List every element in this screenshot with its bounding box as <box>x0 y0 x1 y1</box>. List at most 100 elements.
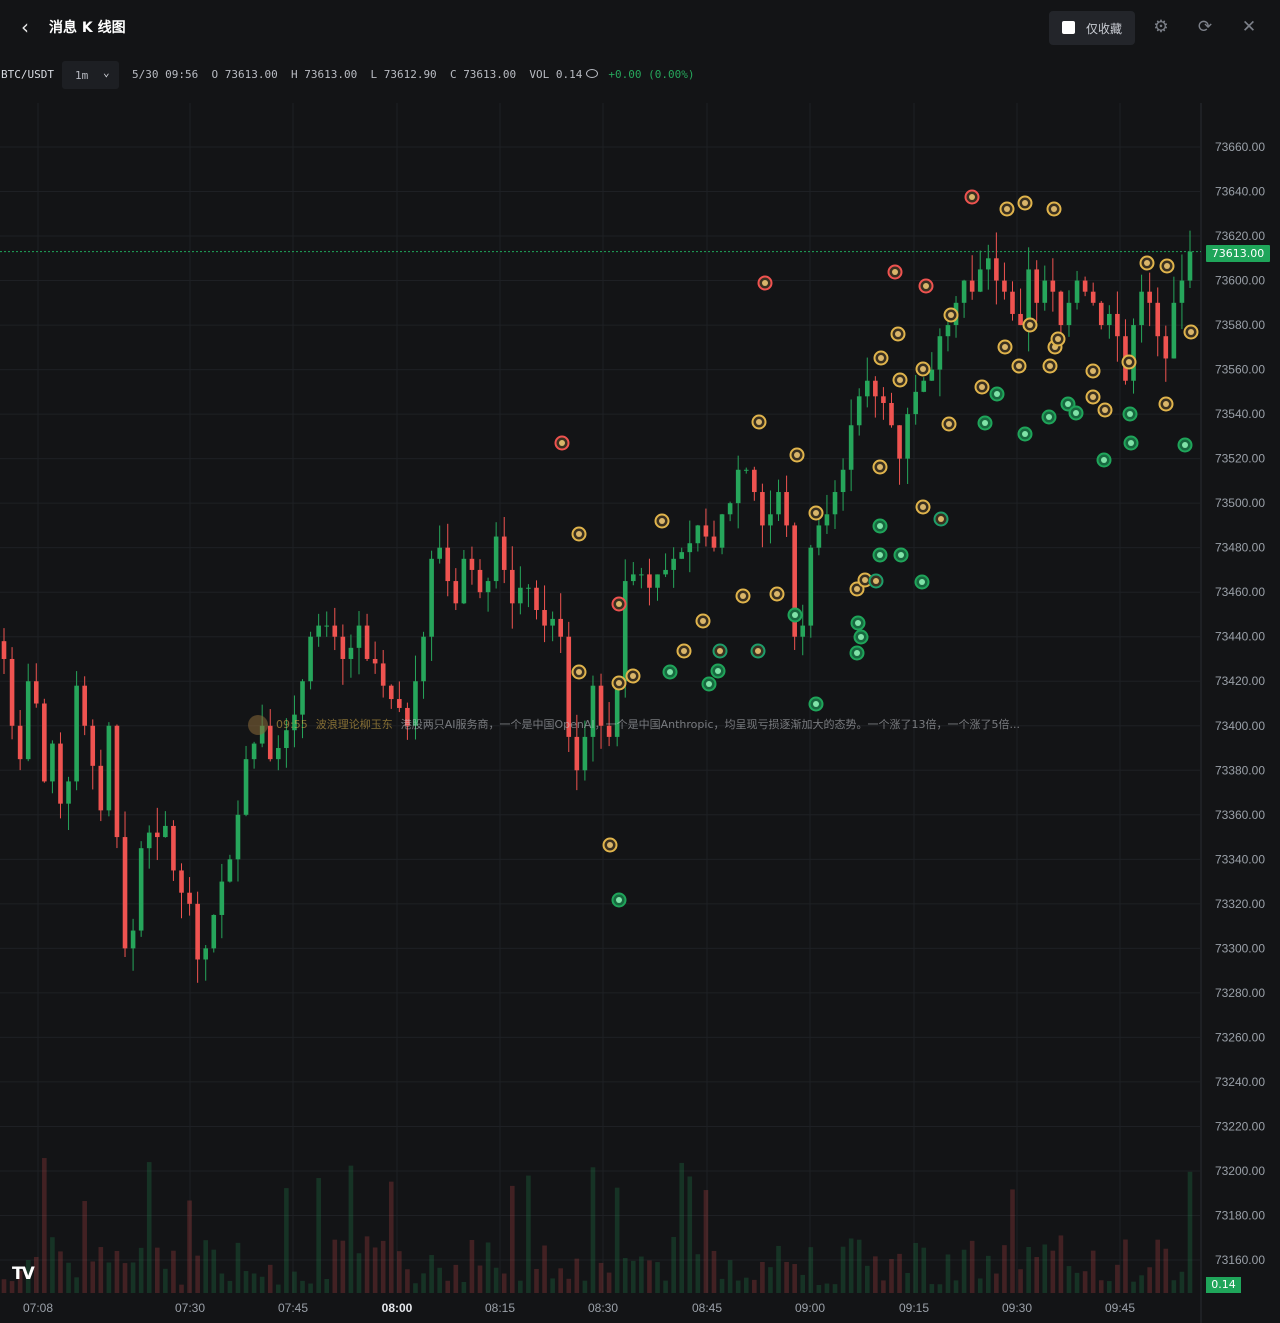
last-price-tag: 73613.00 <box>1206 245 1270 262</box>
refresh-icon[interactable]: ⟳ <box>1194 16 1216 38</box>
interval-select[interactable]: 1m ⌄ <box>62 61 119 89</box>
volume-bar <box>485 1242 491 1293</box>
candle-body <box>397 699 402 708</box>
candle-body <box>437 547 442 559</box>
back-arrow-icon[interactable]: ‹ <box>14 14 36 40</box>
volume-bar <box>219 1273 225 1293</box>
candle-body <box>832 492 838 515</box>
candle-body <box>800 625 806 637</box>
volume-bar <box>1042 1244 1048 1293</box>
candle-body <box>1010 291 1015 314</box>
news-marker-dot <box>717 648 723 654</box>
volume-bar <box>397 1251 402 1293</box>
news-marker-dot <box>1027 322 1033 328</box>
news-marker-dot <box>1022 200 1028 206</box>
news-marker-dot <box>681 648 687 654</box>
y-tick-label: 73240.00 <box>1215 1075 1265 1089</box>
candle-body <box>187 892 192 904</box>
candle-body <box>1187 251 1193 281</box>
candle-body <box>760 492 765 526</box>
x-tick-label: 08:00 <box>382 1301 413 1315</box>
volume-bar <box>808 1247 814 1293</box>
favorites-only-toggle[interactable]: 仅收藏 <box>1049 11 1135 45</box>
volume-bar <box>243 1271 249 1293</box>
candle-body <box>106 725 112 811</box>
news-marker-dot <box>982 420 988 426</box>
candle-body <box>364 625 370 659</box>
x-tick-label: 07:30 <box>175 1301 205 1315</box>
candle-body <box>98 765 104 811</box>
volume-bar <box>598 1262 604 1293</box>
candle-body <box>1155 302 1161 337</box>
volume-bar <box>1098 1280 1104 1293</box>
news-marker-dot <box>854 650 860 656</box>
y-tick-label: 73620.00 <box>1215 229 1265 243</box>
candle-body <box>9 658 15 726</box>
news-marker-dot <box>792 612 798 618</box>
candle-body <box>937 336 943 370</box>
volume-bar <box>106 1262 112 1293</box>
candle-body <box>574 736 580 771</box>
candle-body <box>74 685 79 782</box>
y-tick-label: 73340.00 <box>1215 852 1265 866</box>
news-marker-dot <box>895 331 901 337</box>
volume-bar <box>1074 1272 1080 1293</box>
volume-bar <box>90 1261 96 1293</box>
candle-body <box>195 903 200 960</box>
close-icon[interactable]: ✕ <box>1238 16 1260 38</box>
news-marker-dot <box>877 523 883 529</box>
candle-body <box>66 781 71 804</box>
candle-body <box>1179 280 1185 303</box>
volume-bar <box>211 1249 217 1293</box>
volume-bar <box>526 1175 531 1293</box>
news-marker-dot <box>1047 363 1053 369</box>
volume-bar <box>1123 1239 1128 1293</box>
candle-body <box>776 492 781 515</box>
volume-bar <box>203 1240 209 1293</box>
candle-body <box>501 536 507 570</box>
candle-body <box>913 391 918 415</box>
news-marker-dot <box>946 421 952 427</box>
y-tick-label: 73640.00 <box>1215 185 1265 199</box>
news-marker-dot <box>1022 431 1028 437</box>
candle-body <box>324 625 330 627</box>
gear-icon[interactable]: ⚙ <box>1150 16 1172 38</box>
y-tick-label: 73580.00 <box>1215 318 1265 332</box>
volume-bar <box>534 1268 539 1293</box>
candle-body <box>921 380 927 392</box>
volume-bar <box>905 1272 910 1293</box>
change-value: +0.00 (0.00%) <box>608 68 695 81</box>
volume-bar <box>179 1284 184 1293</box>
candle-body <box>961 280 967 303</box>
volume-bar <box>380 1240 386 1293</box>
y-tick-label: 73440.00 <box>1215 630 1265 644</box>
news-tooltip[interactable]: 09:55 波浪理论柳玉东 港股两只AI服务商，一个是中国OpenAI，一个是中国A… <box>248 713 1020 737</box>
volume-bar <box>582 1280 588 1293</box>
news-marker-dot <box>755 648 761 654</box>
news-marker-dot <box>854 586 860 592</box>
news-marker-dot <box>873 578 879 584</box>
candle-body <box>203 948 209 960</box>
candle-body <box>905 414 910 459</box>
volume-bar <box>1066 1266 1072 1293</box>
volume-bar <box>881 1280 886 1293</box>
eye-icon[interactable] <box>586 69 599 78</box>
candle-body <box>300 681 305 715</box>
news-marker-dot <box>559 440 565 446</box>
x-tick-label: 09:30 <box>1002 1301 1032 1315</box>
volume-bar <box>897 1253 902 1293</box>
news-marker-dot <box>1182 442 1188 448</box>
candle-body <box>58 743 63 804</box>
candle-body <box>348 647 354 659</box>
volume-bar <box>98 1247 104 1293</box>
volume-bar <box>550 1278 555 1293</box>
checkbox-icon[interactable] <box>1062 21 1075 34</box>
volume-bar <box>171 1250 176 1293</box>
candle-body <box>752 469 757 493</box>
candle-body <box>477 569 483 593</box>
news-marker-dot <box>616 897 622 903</box>
news-marker-dot <box>1051 206 1057 212</box>
low-label: L <box>370 68 378 81</box>
volume-bar <box>1155 1239 1161 1293</box>
candle-body <box>90 725 96 766</box>
